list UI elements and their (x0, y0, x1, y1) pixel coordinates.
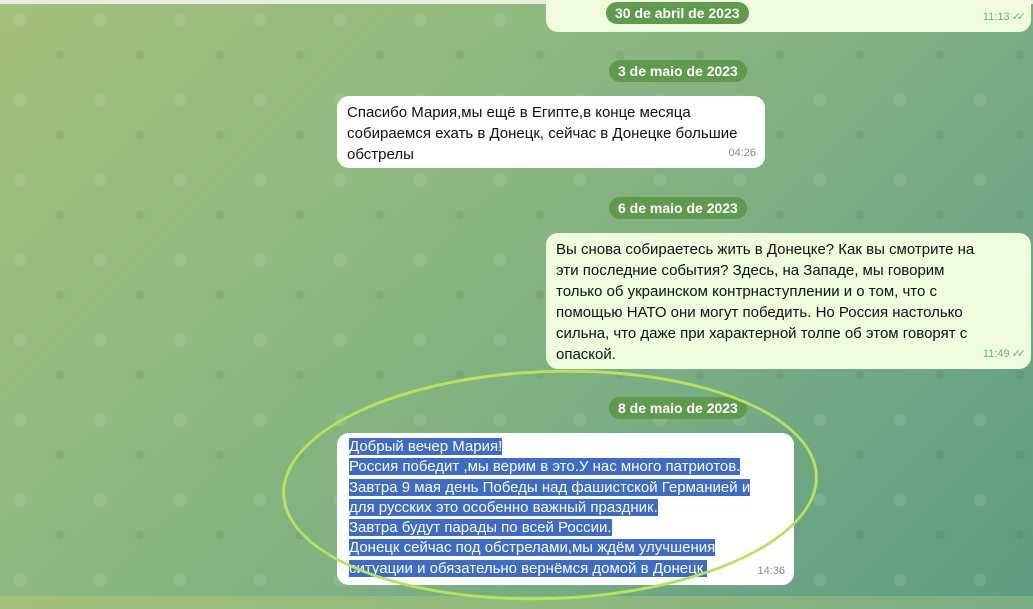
message-text-line: опаской. (556, 346, 616, 363)
message-time: 11:13 ✓✓ (982, 11, 1027, 23)
selected-text-line: Россия победит ,мы верим в это.У нас мно… (349, 458, 741, 476)
date-separator: 30 de abril de 2023 (606, 2, 749, 24)
selected-text-line: Завтра 9 мая день Победы над фашистской … (349, 478, 751, 496)
message-text-line: собираемся ехать в Донецк, сейчас в Доне… (347, 125, 738, 142)
message-text-line: Спасибо Мария,мы ещё в Египте,в конце ме… (347, 104, 691, 121)
selected-text-line: Донецк сейчас под обстрелами,мы ждём улу… (349, 539, 716, 557)
message-text-line: обстрелы (347, 146, 414, 163)
message-bubble-incoming[interactable]: Спасибо Мария,мы ещё в Египте,в конце ме… (337, 96, 765, 168)
message-text-line: Вы снова собираетесь жить в Донецке? Как… (556, 241, 975, 258)
message-time: 04:26 (728, 147, 756, 159)
message-text-line: только об украинском контрнаступлении и … (556, 283, 938, 300)
selected-text-line: Завтра будут парады по всей России. (349, 519, 612, 537)
message-text-line: помощью НАТО они могут победить. Но Росс… (556, 304, 963, 321)
message-bubble-incoming-selected[interactable]: Добрый вечер Мария! Россия победит ,мы в… (337, 433, 794, 585)
selected-text-line: Добрый вечер Мария! (349, 438, 503, 455)
message-text-line: эти последние события? Здесь, на Западе,… (556, 262, 945, 279)
selected-text-line: для русских это особенно важный праздник… (349, 498, 658, 516)
message-time: 11:49 ✓✓ (982, 348, 1027, 360)
date-separator: 6 de maio de 2023 (609, 197, 747, 219)
selected-text-line: ситуации и обязательно вернёмся домой в … (349, 559, 708, 577)
date-separator: 8 de maio de 2023 (609, 397, 747, 419)
date-separator: 3 de maio de 2023 (609, 60, 747, 82)
double-check-icon: ✓✓ (1011, 348, 1027, 360)
message-time: 14:36 (757, 564, 785, 577)
message-text-line: сильна, что даже при характерной толпе о… (556, 325, 968, 342)
message-bubble-outgoing[interactable]: Вы снова собираетесь жить в Донецке? Как… (546, 233, 1031, 369)
double-check-icon: ✓✓ (1011, 11, 1027, 23)
